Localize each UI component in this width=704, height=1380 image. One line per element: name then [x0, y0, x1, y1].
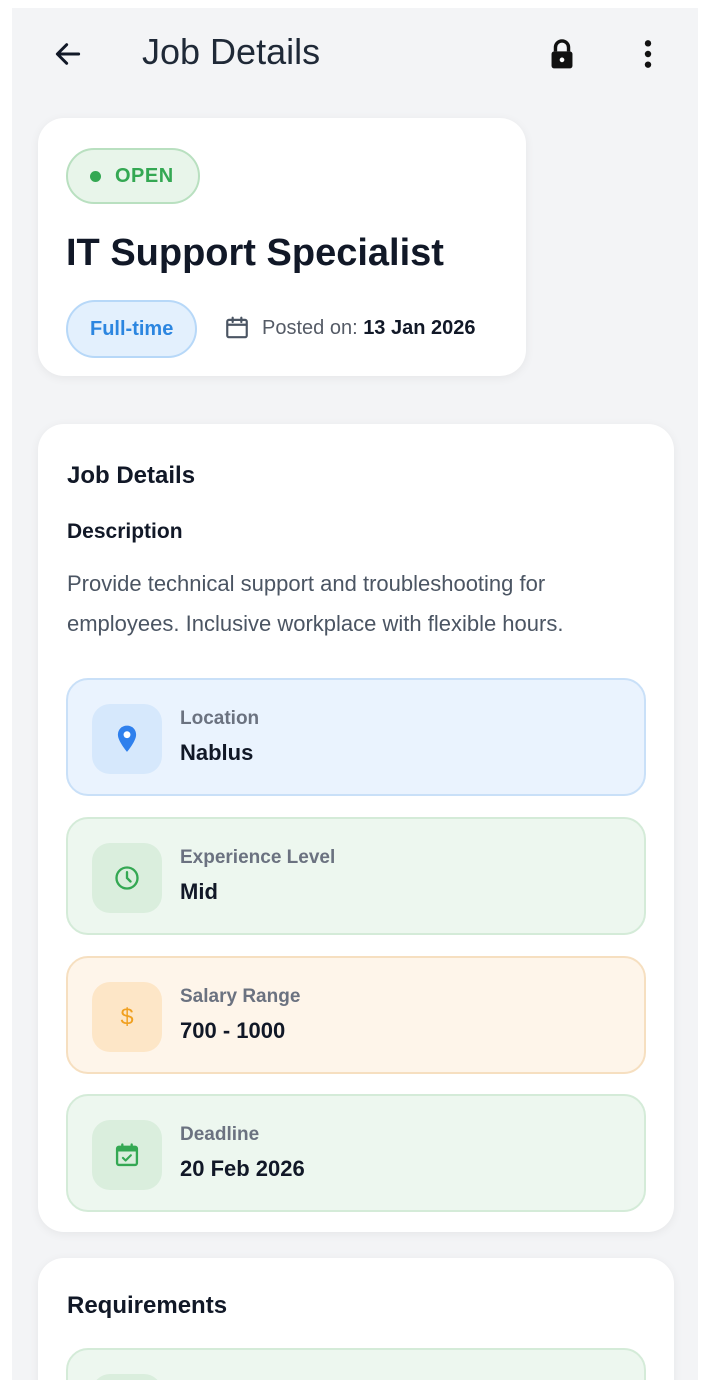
clock-icon	[115, 866, 139, 890]
location-value: Nablus	[180, 740, 254, 765]
description-text: Provide technical support and troublesho…	[67, 571, 564, 636]
experience-label: Experience Level	[180, 847, 336, 868]
job-title: IT Support Specialist	[66, 232, 444, 274]
job-details-screen: Job Details OPEN IT Support Specialist F…	[12, 8, 698, 1380]
calendar-check-icon	[115, 1143, 139, 1167]
experience-tile: Experience Level Mid	[66, 817, 646, 935]
svg-text:$: $	[120, 1004, 133, 1030]
description-heading: Description	[67, 520, 183, 543]
requirement-item	[66, 1348, 646, 1380]
calendar-icon	[226, 316, 248, 339]
lock-button[interactable]	[542, 34, 582, 74]
status-text: OPEN	[115, 164, 174, 187]
requirement-icon	[92, 1374, 162, 1380]
arrow-left-icon	[55, 43, 81, 65]
salary-value: 700 - 1000	[180, 1018, 286, 1043]
job-details-card: Job Details Description Provide technica…	[38, 424, 674, 1232]
status-badge: OPEN	[66, 148, 200, 204]
posted-label: Posted on:	[262, 316, 358, 339]
details-heading: Job Details	[67, 462, 196, 489]
back-button[interactable]	[48, 34, 88, 74]
experience-value: Mid	[180, 879, 218, 904]
posted-date: Posted on: 13 Jan 2026	[224, 315, 476, 341]
lock-icon	[551, 39, 573, 69]
deadline-tile: Deadline 20 Feb 2026	[66, 1094, 646, 1212]
deadline-label: Deadline	[180, 1124, 260, 1145]
status-dot-icon	[90, 170, 101, 182]
requirements-heading: Requirements	[67, 1292, 228, 1319]
employment-type-chip: Full-time	[66, 300, 198, 358]
location-tile: Location Nablus	[66, 678, 646, 796]
location-label: Location	[180, 708, 260, 729]
posted-date-value: 13 Jan 2026	[363, 316, 476, 339]
salary-label: Salary Range	[180, 986, 301, 1007]
deadline-value: 20 Feb 2026	[180, 1156, 305, 1181]
job-header-card: OPEN IT Support Specialist Full-time Pos…	[38, 118, 526, 376]
app-bar: Job Details	[12, 8, 698, 100]
dollar-icon: $	[120, 1004, 133, 1030]
more-vertical-icon	[644, 40, 652, 68]
salary-tile: $ Salary Range 700 - 1000	[66, 956, 646, 1074]
page-title: Job Details	[142, 31, 321, 72]
location-pin-icon	[117, 725, 137, 752]
requirements-card: Requirements	[38, 1258, 674, 1380]
more-options-button[interactable]	[628, 34, 668, 74]
